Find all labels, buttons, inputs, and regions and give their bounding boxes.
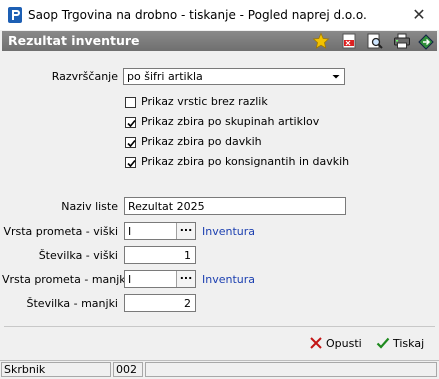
window-title: Saop Trgovina na drobno - tiskanje - Pog… bbox=[28, 8, 367, 22]
close-icon bbox=[310, 337, 322, 349]
checkbox-group-totals-label: Prikaz zbira po skupinah artiklov bbox=[141, 115, 320, 128]
checkbox-consignor-totals-label: Prikaz zbira po konsignantih in davkih bbox=[141, 155, 350, 168]
title-bar: Saop Trgovina na drobno - tiskanje - Pog… bbox=[0, 0, 439, 30]
status-code-text: 002 bbox=[116, 363, 137, 376]
surplus-type-lookup-button[interactable]: ... bbox=[176, 222, 195, 239]
surplus-type-description: Inventura bbox=[202, 225, 256, 238]
sort-select[interactable]: po šifri artikla bbox=[123, 68, 345, 85]
cancel-button[interactable]: Opusti bbox=[309, 335, 362, 353]
shortage-number-value: 2 bbox=[184, 297, 191, 310]
shortage-type-label: Vrsta prometa - manjki bbox=[2, 273, 129, 286]
surplus-type-value: I bbox=[128, 225, 132, 238]
app-logo-icon bbox=[8, 7, 22, 23]
status-user: Skrbnik bbox=[1, 362, 111, 377]
checkbox-consignor-totals[interactable] bbox=[125, 157, 136, 168]
dialog-title: Rezultat inventure bbox=[8, 33, 140, 48]
status-message bbox=[145, 362, 437, 377]
sort-label: Razvrščanje bbox=[51, 70, 118, 83]
checkbox-tax-totals-label: Prikaz zbira po davkih bbox=[141, 135, 262, 148]
shortage-number-input[interactable]: 2 bbox=[124, 294, 196, 312]
chevron-down-icon[interactable] bbox=[329, 70, 343, 83]
checkbox-tax-totals[interactable] bbox=[125, 137, 136, 148]
surplus-type-input[interactable]: I ... bbox=[124, 222, 196, 240]
shortage-type-input[interactable]: I ... bbox=[124, 270, 196, 288]
separator bbox=[4, 326, 435, 327]
checkbox-group-totals[interactable] bbox=[125, 117, 136, 128]
checkmark-icon bbox=[127, 159, 136, 168]
pdf-icon[interactable] bbox=[340, 32, 358, 50]
checkmark-icon bbox=[127, 119, 136, 128]
status-user-text: Skrbnik bbox=[4, 363, 46, 376]
surplus-number-label: Številka - viški bbox=[38, 249, 118, 262]
checkmark-icon bbox=[376, 337, 390, 349]
export-icon[interactable] bbox=[417, 32, 435, 50]
star-icon[interactable] bbox=[312, 32, 330, 50]
list-name-value: Rezultat 2025 bbox=[128, 200, 205, 213]
close-icon[interactable]: ✕ bbox=[409, 5, 429, 25]
status-code: 002 bbox=[113, 362, 143, 377]
dialog-header: Rezultat inventure bbox=[2, 31, 437, 51]
print-button-label: Tiskaj bbox=[393, 337, 425, 350]
sort-value: po šifri artikla bbox=[127, 70, 203, 83]
surplus-number-value: 1 bbox=[184, 249, 191, 262]
list-name-input[interactable]: Rezultat 2025 bbox=[124, 197, 346, 215]
shortage-type-description: Inventura bbox=[202, 273, 256, 286]
print-preview-icon[interactable] bbox=[366, 32, 384, 50]
checkbox-no-diff-rows-label: Prikaz vrstic brez razlik bbox=[141, 95, 268, 108]
list-name-label: Naziv liste bbox=[61, 200, 118, 213]
checkbox-no-diff-rows[interactable] bbox=[125, 97, 136, 108]
print-button[interactable]: Tiskaj bbox=[376, 335, 426, 353]
shortage-type-value: I bbox=[128, 273, 132, 286]
checkmark-icon bbox=[127, 139, 136, 148]
cancel-button-label: Opusti bbox=[326, 337, 362, 350]
shortage-number-label: Številka - manjki bbox=[26, 297, 118, 310]
status-bar: Skrbnik 002 bbox=[0, 360, 439, 379]
surplus-number-input[interactable]: 1 bbox=[124, 246, 196, 264]
surplus-type-label: Vrsta prometa - viški bbox=[3, 225, 118, 238]
printer-icon[interactable] bbox=[393, 32, 411, 50]
shortage-type-lookup-button[interactable]: ... bbox=[176, 270, 195, 287]
